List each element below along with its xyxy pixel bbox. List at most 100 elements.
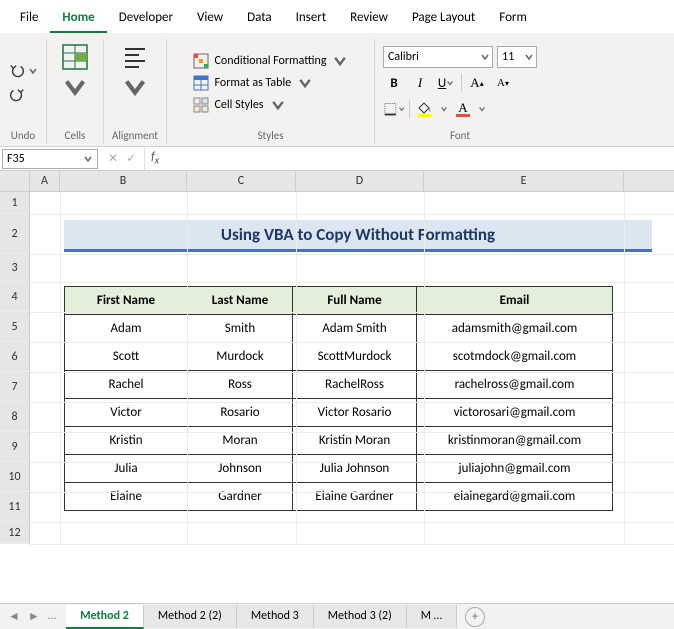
- conditional-formatting-icon: [193, 53, 209, 69]
- table-cell[interactable]: Murdock: [188, 343, 293, 371]
- menu-bar: FileHomeDeveloperViewDataInsertReviewPag…: [0, 0, 674, 33]
- table-cell[interactable]: Adam Smith: [293, 315, 417, 343]
- row-header-2[interactable]: 2: [0, 214, 30, 254]
- table-cell[interactable]: Johnson: [188, 455, 293, 483]
- select-all-corner[interactable]: [0, 171, 30, 191]
- borders-button[interactable]: [383, 98, 405, 120]
- table-cell[interactable]: Kristin Moran: [293, 427, 417, 455]
- font-name-select[interactable]: Calibri: [383, 46, 493, 68]
- table-cell[interactable]: kristinmoran@gmail.com: [417, 427, 613, 455]
- table-row: JuliaJohnsonJulia Johnsonjuliajohn@gmail…: [65, 455, 613, 483]
- column-header-C[interactable]: C: [187, 171, 296, 191]
- menu-data[interactable]: Data: [235, 4, 284, 33]
- table-cell[interactable]: Elaine: [65, 483, 188, 511]
- table-cell[interactable]: Rachel: [65, 371, 188, 399]
- table-header-cell: Full Name: [293, 287, 417, 315]
- table-cell[interactable]: Elaine Gardner: [293, 483, 417, 511]
- table-cell[interactable]: Kristin: [65, 427, 188, 455]
- name-box[interactable]: F35: [2, 149, 98, 169]
- table-cell[interactable]: ScottMurdock: [293, 343, 417, 371]
- font-group: Calibri 11 B I U A▴ A▾: [383, 39, 545, 144]
- row-header-10[interactable]: 10: [0, 462, 30, 492]
- fill-color-button[interactable]: [414, 98, 436, 120]
- alignment-button[interactable]: [115, 39, 155, 105]
- format-as-table-button[interactable]: Format as Table: [189, 73, 318, 93]
- cells-button[interactable]: [55, 39, 95, 105]
- grow-font-button[interactable]: A▴: [466, 72, 488, 94]
- row-header-7[interactable]: 7: [0, 372, 30, 402]
- table-cell[interactable]: Gardner: [188, 483, 293, 511]
- table-cell[interactable]: scotmdock@gmail.com: [417, 343, 613, 371]
- cells-group-label: Cells: [65, 127, 86, 144]
- font-color-button[interactable]: A: [452, 98, 474, 120]
- table-cell[interactable]: Moran: [188, 427, 293, 455]
- italic-button[interactable]: I: [409, 72, 431, 94]
- menu-developer[interactable]: Developer: [107, 4, 185, 33]
- column-header-A[interactable]: A: [30, 171, 60, 191]
- table-header-row: First NameLast NameFull NameEmail: [65, 287, 613, 315]
- accept-formula-icon[interactable]: ✓: [126, 151, 136, 166]
- row-header-6[interactable]: 6: [0, 342, 30, 372]
- undo-button[interactable]: [8, 62, 38, 80]
- shrink-font-button[interactable]: A▾: [492, 72, 514, 94]
- font-size-select[interactable]: 11: [497, 46, 537, 68]
- column-headers: ABCDE: [0, 171, 674, 192]
- table-cell[interactable]: Smith: [188, 315, 293, 343]
- table-cell[interactable]: Julia: [65, 455, 188, 483]
- cell-styles-button[interactable]: Cell Styles: [189, 95, 290, 115]
- cells-group: Cells: [55, 39, 104, 144]
- table-cell[interactable]: juliajohn@gmail.com: [417, 455, 613, 483]
- row-header-9[interactable]: 9: [0, 432, 30, 462]
- row-header-12[interactable]: 12: [0, 522, 30, 544]
- cells-icon: [61, 43, 89, 71]
- table-cell[interactable]: Scott: [65, 343, 188, 371]
- bold-button[interactable]: B: [383, 72, 405, 94]
- column-header-E[interactable]: E: [424, 171, 624, 191]
- sheet-tab[interactable]: M …: [407, 605, 457, 628]
- underline-button[interactable]: U: [435, 72, 457, 94]
- table-cell[interactable]: elainegard@gmail.com: [417, 483, 613, 511]
- row-header-1[interactable]: 1: [0, 192, 30, 214]
- tab-nav-prev[interactable]: ◄: [8, 609, 20, 624]
- menu-home[interactable]: Home: [50, 4, 106, 33]
- table-cell[interactable]: Adam: [65, 315, 188, 343]
- row-header-8[interactable]: 8: [0, 402, 30, 432]
- menu-file[interactable]: File: [8, 4, 50, 33]
- formula-input[interactable]: [165, 147, 674, 170]
- sheet-tab[interactable]: Method 2 (2): [144, 605, 237, 628]
- conditional-formatting-button[interactable]: Conditional Formatting: [189, 51, 353, 71]
- table-cell[interactable]: Julia Johnson: [293, 455, 417, 483]
- redo-button[interactable]: [8, 86, 26, 104]
- sheet-tab[interactable]: Method 3: [237, 605, 314, 628]
- data-table: First NameLast NameFull NameEmail AdamSm…: [64, 286, 613, 511]
- table-row: ElaineGardnerElaine Gardnerelainegard@gm…: [65, 483, 613, 511]
- menu-view[interactable]: View: [185, 4, 235, 33]
- ribbon: Undo Cells Alignment Conditional Formatt…: [0, 33, 674, 147]
- row-header-11[interactable]: 11: [0, 492, 30, 522]
- sheet-tab[interactable]: Method 2: [66, 605, 144, 629]
- table-cell[interactable]: Ross: [188, 371, 293, 399]
- paint-bucket-icon: [418, 102, 432, 114]
- undo-group-label: Undo: [11, 127, 35, 144]
- table-cell[interactable]: adamsmith@gmail.com: [417, 315, 613, 343]
- menu-review[interactable]: Review: [338, 4, 400, 33]
- cells-canvas[interactable]: Using VBA to Copy Without Formatting Fir…: [30, 192, 674, 544]
- table-cell[interactable]: rachelross@gmail.com: [417, 371, 613, 399]
- row-header-3[interactable]: 3: [0, 254, 30, 282]
- menu-insert[interactable]: Insert: [284, 4, 339, 33]
- worksheet-grid[interactable]: ABCDE 123456789101112 Using VBA to Copy …: [0, 171, 674, 595]
- sheet-tab[interactable]: Method 3 (2): [314, 605, 407, 628]
- tab-nav-next[interactable]: ►: [28, 609, 40, 624]
- row-header-4[interactable]: 4: [0, 282, 30, 312]
- table-cell[interactable]: RachelRoss: [293, 371, 417, 399]
- column-header-D[interactable]: D: [296, 171, 424, 191]
- menu-page-layout[interactable]: Page Layout: [400, 4, 487, 33]
- row-header-5[interactable]: 5: [0, 312, 30, 342]
- menu-form[interactable]: Form: [487, 4, 539, 33]
- cancel-formula-icon[interactable]: ✕: [108, 151, 118, 166]
- add-sheet-button[interactable]: +: [465, 607, 485, 627]
- table-header-cell: First Name: [65, 287, 188, 315]
- column-header-B[interactable]: B: [60, 171, 187, 191]
- table-header-cell: Last Name: [188, 287, 293, 315]
- tab-nav-ellipsis[interactable]: …: [48, 609, 56, 624]
